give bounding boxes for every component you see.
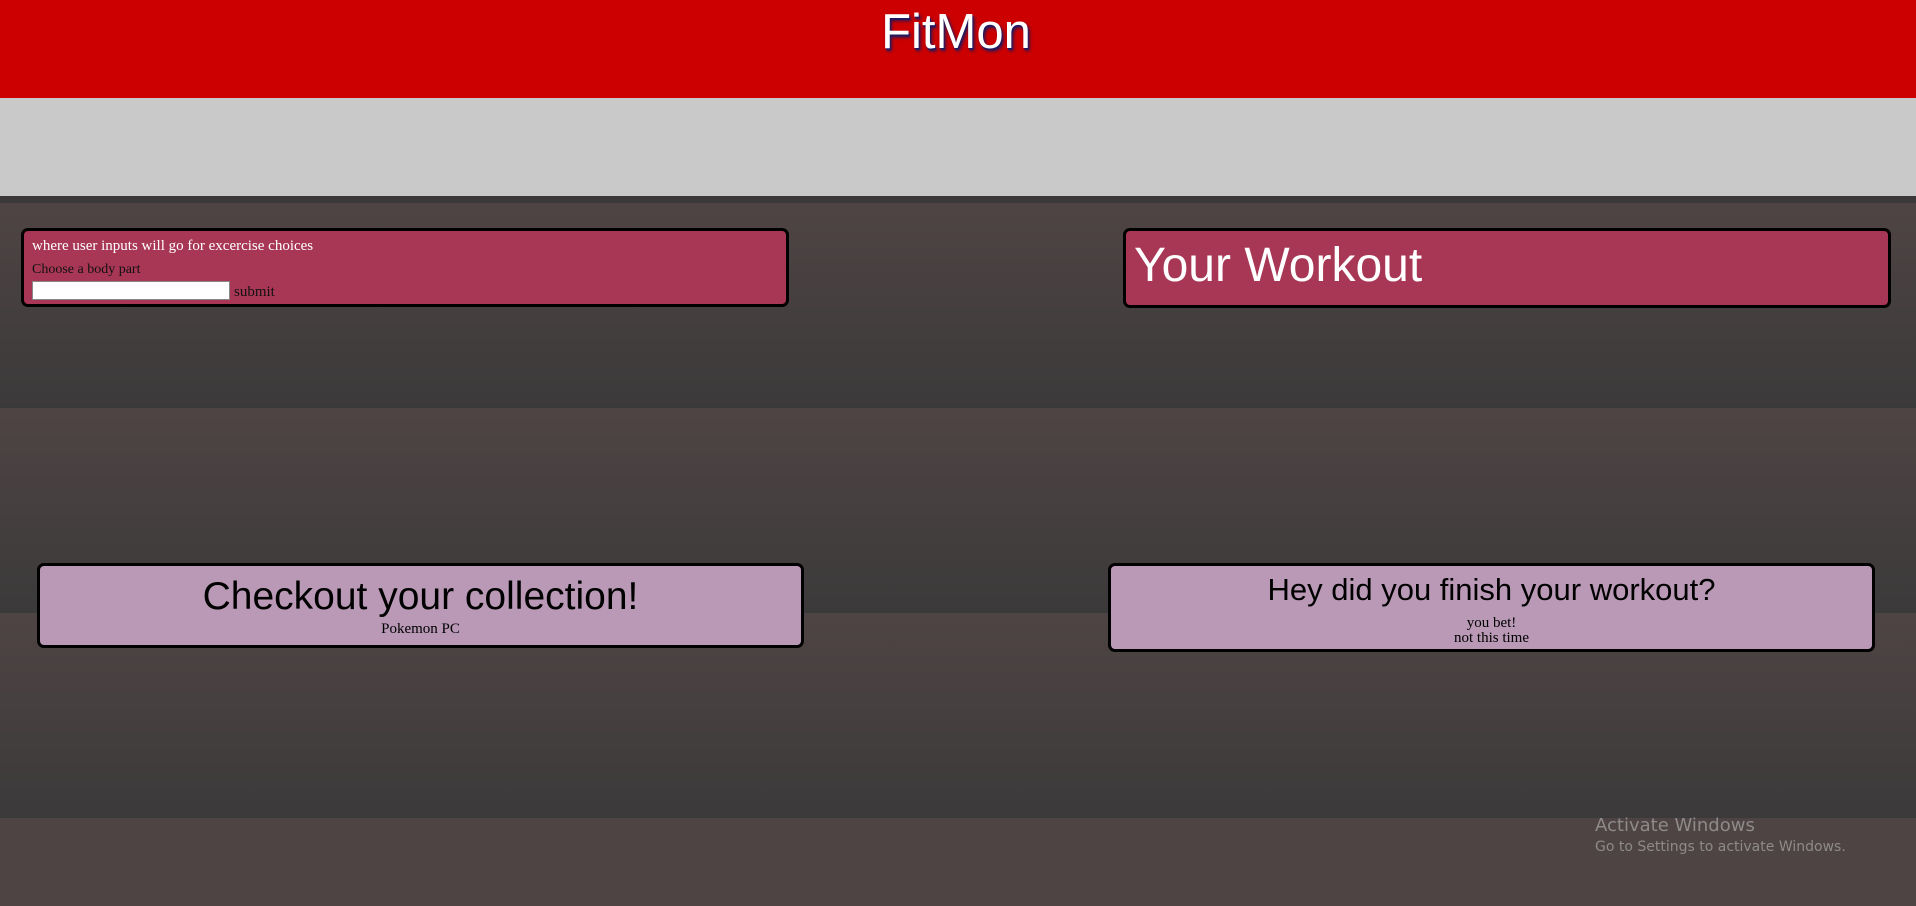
finish-workout-panel: Hey did you finish your workout? you bet… (1108, 563, 1875, 652)
body-part-label: Choose a body part (32, 262, 141, 277)
watermark-title: Activate Windows (1595, 815, 1755, 836)
app-title: FitMon (881, 5, 1031, 59)
yes-option[interactable]: you bet! (1111, 616, 1872, 631)
finish-options: you bet! not this time (1111, 616, 1872, 646)
gray-banner (0, 98, 1916, 196)
collection-panel: Checkout your collection! Pokemon PC (37, 563, 804, 648)
no-option[interactable]: not this time (1111, 631, 1872, 646)
workout-panel: Your Workout (1123, 228, 1891, 308)
watermark-subtitle: Go to Settings to activate Windows. (1595, 839, 1846, 855)
finish-workout-question: Hey did you finish your workout? (1267, 572, 1716, 607)
activate-windows-watermark: Activate Windows Go to Settings to activ… (1595, 814, 1846, 856)
pokemon-pc-link[interactable]: Pokemon PC (381, 621, 460, 638)
workout-title: Your Workout (1134, 239, 1423, 292)
app-header: FitMon (0, 0, 1916, 98)
submit-button[interactable]: submit (230, 284, 275, 300)
body-part-input[interactable] (32, 281, 230, 300)
collection-title: Checkout your collection! (202, 575, 639, 618)
exercise-input-heading: where user inputs will go for excercise … (32, 238, 314, 254)
divider (0, 196, 1916, 203)
exercise-input-panel: where user inputs will go for excercise … (21, 228, 789, 307)
input-row: submit (32, 281, 778, 300)
